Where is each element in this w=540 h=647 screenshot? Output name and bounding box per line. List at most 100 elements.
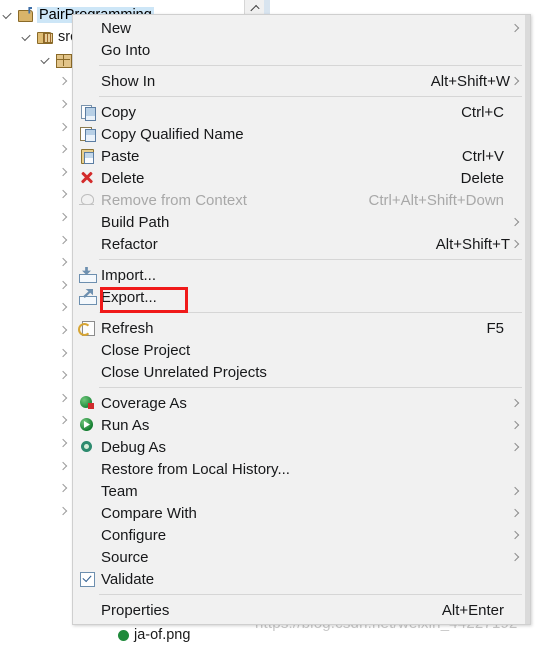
chevron-right-icon[interactable] [56,436,72,452]
menu-item-label: Close Unrelated Projects [101,363,267,381]
menu-item-label: Validate [101,570,155,588]
chevron-right-icon[interactable] [56,300,72,316]
menu-item-label: Refactor [101,235,158,253]
copy-qualified-icon [77,126,101,142]
chevron-down-icon[interactable] [0,7,16,23]
menu-item-team[interactable]: Team [73,480,530,502]
tree-row[interactable]: src [19,27,79,48]
copy-icon [77,104,101,121]
menu-item-run-as[interactable]: Run As [73,414,530,436]
chevron-right-icon[interactable] [56,413,72,429]
tree-row[interactable] [56,162,72,183]
menu-item-label: Configure [101,526,167,544]
menu-item-label: Restore from Local History... [101,460,290,478]
menu-item-refresh[interactable]: Refresh F5 [73,317,530,339]
tree-clipped-row[interactable]: ja-of.png [118,625,190,645]
chevron-right-icon[interactable] [56,74,72,90]
tree-row[interactable] [38,49,72,70]
chevron-right-icon[interactable] [56,481,72,497]
tree-row[interactable] [56,117,72,138]
tree-row[interactable] [56,479,72,500]
menu-item-compare-with[interactable]: Compare With [73,502,530,524]
tree-row[interactable] [56,456,72,477]
source-folder-icon [36,29,53,45]
chevron-right-icon[interactable] [56,504,72,520]
menu-item-remove-from-context: Remove from Context Ctrl+Alt+Shift+Down [73,189,530,211]
project-context-menu[interactable]: New Go Into Show In Alt+Shift+W Copy Ctrl+C Co… [72,14,531,625]
image-file-icon [118,629,129,641]
chevron-right-icon[interactable] [56,346,72,362]
tree-row[interactable] [56,433,72,454]
menu-item-label: Properties [101,601,170,619]
coverage-icon [77,395,101,411]
chevron-right-icon[interactable] [56,391,72,407]
chevron-right-icon[interactable] [56,255,72,271]
menu-item-new[interactable]: New [73,17,530,39]
menu-item-label: Show In [101,72,156,90]
separator-1 [99,65,522,66]
tree-row[interactable] [56,94,72,115]
tree-row[interactable] [56,140,72,161]
tree-row[interactable] [56,320,72,341]
tree-row[interactable] [56,388,72,409]
tree-row[interactable] [56,343,72,364]
menu-item-source[interactable]: Source [73,546,530,568]
menu-item-close-unrelated-projects[interactable]: Close Unrelated Projects [73,361,530,383]
menu-item-show-in[interactable]: Show In Alt+Shift+W [73,70,530,92]
tree-row[interactable] [56,72,72,93]
tree-row[interactable] [56,207,72,228]
submenu-chevron-right-icon [510,420,520,430]
menu-item-go-into[interactable]: Go Into [73,39,530,61]
menu-item-icon-placeholder [77,461,101,477]
menu-item-build-path[interactable]: Build Path [73,211,530,233]
chevron-right-icon[interactable] [56,233,72,249]
menu-item-copy-qualified-name[interactable]: Copy Qualified Name [73,123,530,145]
chevron-right-icon[interactable] [56,278,72,294]
menu-item-close-project[interactable]: Close Project [73,339,530,361]
chevron-right-icon[interactable] [56,459,72,475]
menu-item-label: Go Into [101,41,151,59]
menu-item-paste[interactable]: Paste Ctrl+V [73,145,530,167]
menu-item-copy[interactable]: Copy Ctrl+C [73,101,530,123]
package-icon [55,52,72,68]
menu-item-shortcut: F5 [486,319,504,337]
menu-item-shortcut: Ctrl+V [461,147,504,165]
menu-item-shortcut: Ctrl+Alt+Shift+Down [368,191,504,209]
chevron-down-icon[interactable] [19,29,35,45]
chevron-right-icon[interactable] [56,120,72,136]
menu-item-export[interactable]: Export... [73,286,530,308]
separator-3 [99,259,522,260]
chevron-right-icon[interactable] [56,210,72,226]
chevron-down-icon[interactable] [38,52,54,68]
menu-item-icon-placeholder [77,236,101,252]
chevron-right-icon[interactable] [56,97,72,113]
menu-item-label: Compare With [101,504,197,522]
tree-row[interactable] [56,230,72,251]
tree-row[interactable] [56,253,72,274]
tree-row[interactable] [56,501,72,522]
submenu-chevron-right-icon [510,23,520,33]
tree-row[interactable] [56,411,72,432]
tree-row[interactable] [56,298,72,319]
menu-item-import[interactable]: Import... [73,264,530,286]
menu-item-refactor[interactable]: Refactor Alt+Shift+T [73,233,530,255]
menu-item-configure[interactable]: Configure [73,524,530,546]
chevron-right-icon[interactable] [56,368,72,384]
chevron-right-icon[interactable] [56,165,72,181]
chevron-right-icon[interactable] [56,142,72,158]
menu-item-icon-placeholder [77,527,101,543]
tree-row[interactable] [56,185,72,206]
menu-item-debug-as[interactable]: Debug As [73,436,530,458]
menu-item-coverage-as[interactable]: Coverage As [73,392,530,414]
menu-item-icon-placeholder [77,42,101,58]
tree-row[interactable] [56,366,72,387]
chevron-right-icon[interactable] [56,323,72,339]
menu-item-validate[interactable]: Validate [73,568,530,590]
menu-item-label: Copy [101,103,137,121]
menu-item-label: Delete [101,169,145,187]
menu-item-restore-from-local-history[interactable]: Restore from Local History... [73,458,530,480]
chevron-right-icon[interactable] [56,187,72,203]
tree-row[interactable] [56,275,72,296]
menu-item-delete[interactable]: Delete Delete [73,167,530,189]
menu-item-properties[interactable]: Properties Alt+Enter [73,599,530,621]
